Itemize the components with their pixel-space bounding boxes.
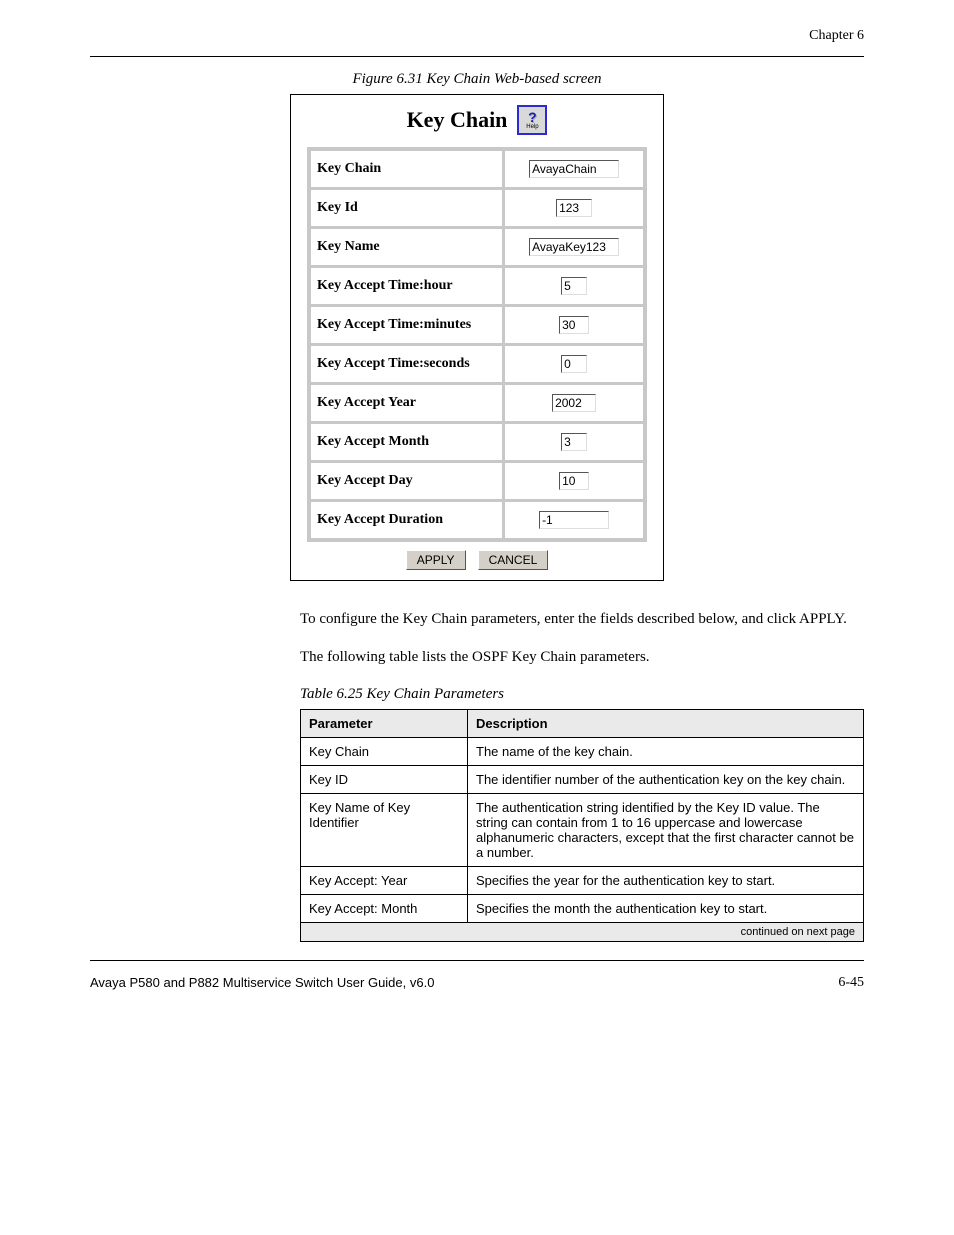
param-description: Specifies the month the authentication k… [468, 894, 864, 922]
table-continued-row: continued on next page [301, 922, 864, 941]
form-label: Key Accept Day [310, 462, 503, 500]
form-label: Key Chain [310, 150, 503, 188]
table-continued-text: continued on next page [301, 922, 864, 941]
form-input[interactable] [561, 277, 587, 295]
form-label: Key Accept Time:minutes [310, 306, 503, 344]
table-row: Key Name of Key IdentifierThe authentica… [301, 793, 864, 866]
params-header-parameter: Parameter [301, 709, 468, 737]
table-row: Key Accept: MonthSpecifies the month the… [301, 894, 864, 922]
form-row: Key Accept Day [310, 462, 644, 500]
form-value-cell [504, 501, 644, 539]
form-value-cell [504, 345, 644, 383]
form-value-cell [504, 228, 644, 266]
dialog-title: Key Chain [407, 107, 508, 133]
form-row: Key Id [310, 189, 644, 227]
form-value-cell [504, 150, 644, 188]
form-value-cell [504, 462, 644, 500]
paragraph-intro-table: The following table lists the OSPF Key C… [300, 647, 864, 667]
form-row: Key Accept Time:minutes [310, 306, 644, 344]
param-name: Key Accept: Month [301, 894, 468, 922]
param-name: Key ID [301, 765, 468, 793]
form-label: Key Name [310, 228, 503, 266]
param-description: The authentication string identified by … [468, 793, 864, 866]
page-number: 6-45 [838, 975, 864, 991]
key-chain-dialog: Key Chain ? Help Key ChainKey IdKey Name… [290, 94, 664, 581]
form-row: Key Accept Time:hour [310, 267, 644, 305]
table-row: Key IDThe identifier number of the authe… [301, 765, 864, 793]
form-input[interactable] [559, 316, 589, 334]
form-label: Key Accept Duration [310, 501, 503, 539]
form-input[interactable] [559, 472, 589, 490]
param-description: The identifier number of the authenticat… [468, 765, 864, 793]
cancel-button[interactable]: CANCEL [478, 550, 549, 570]
table-row: Key ChainThe name of the key chain. [301, 737, 864, 765]
table-title: Table 6.25 Key Chain Parameters [300, 686, 954, 703]
form-label: Key Accept Time:hour [310, 267, 503, 305]
form-value-cell [504, 306, 644, 344]
figure-caption: Figure 6.31 Key Chain Web-based screen [0, 71, 954, 88]
form-row: Key Accept Time:seconds [310, 345, 644, 383]
form-row: Key Name [310, 228, 644, 266]
form-input[interactable] [539, 511, 609, 529]
form-value-cell [504, 189, 644, 227]
param-description: Specifies the year for the authenticatio… [468, 866, 864, 894]
form-label: Key Accept Time:seconds [310, 345, 503, 383]
param-name: Key Chain [301, 737, 468, 765]
form-input[interactable] [561, 433, 587, 451]
form-value-cell [504, 384, 644, 422]
form-value-cell [504, 267, 644, 305]
form-label: Key Accept Year [310, 384, 503, 422]
param-description: The name of the key chain. [468, 737, 864, 765]
param-name: Key Name of Key Identifier [301, 793, 468, 866]
footer-doc-title: Avaya P580 and P882 Multiservice Switch … [90, 975, 434, 991]
parameters-table: Parameter Description Key ChainThe name … [300, 709, 864, 942]
form-table: Key ChainKey IdKey NameKey Accept Time:h… [307, 147, 647, 542]
form-input[interactable] [556, 199, 592, 217]
form-row: Key Accept Month [310, 423, 644, 461]
table-row: Key Accept: YearSpecifies the year for t… [301, 866, 864, 894]
header-rule [90, 56, 864, 57]
chapter-header: Chapter 6 [90, 28, 864, 44]
params-header-description: Description [468, 709, 864, 737]
form-input[interactable] [552, 394, 596, 412]
form-input[interactable] [561, 355, 587, 373]
form-row: Key Accept Duration [310, 501, 644, 539]
help-button[interactable]: ? Help [517, 105, 547, 135]
form-row: Key Chain [310, 150, 644, 188]
form-value-cell [504, 423, 644, 461]
form-input[interactable] [529, 238, 619, 256]
apply-button[interactable]: APPLY [406, 550, 466, 570]
help-icon: ? [528, 111, 537, 124]
help-label: Help [526, 124, 538, 130]
form-label: Key Accept Month [310, 423, 503, 461]
param-name: Key Accept: Year [301, 866, 468, 894]
paragraph-instructions: To configure the Key Chain parameters, e… [300, 609, 864, 629]
footer-rule [90, 960, 864, 961]
form-row: Key Accept Year [310, 384, 644, 422]
form-label: Key Id [310, 189, 503, 227]
form-input[interactable] [529, 160, 619, 178]
